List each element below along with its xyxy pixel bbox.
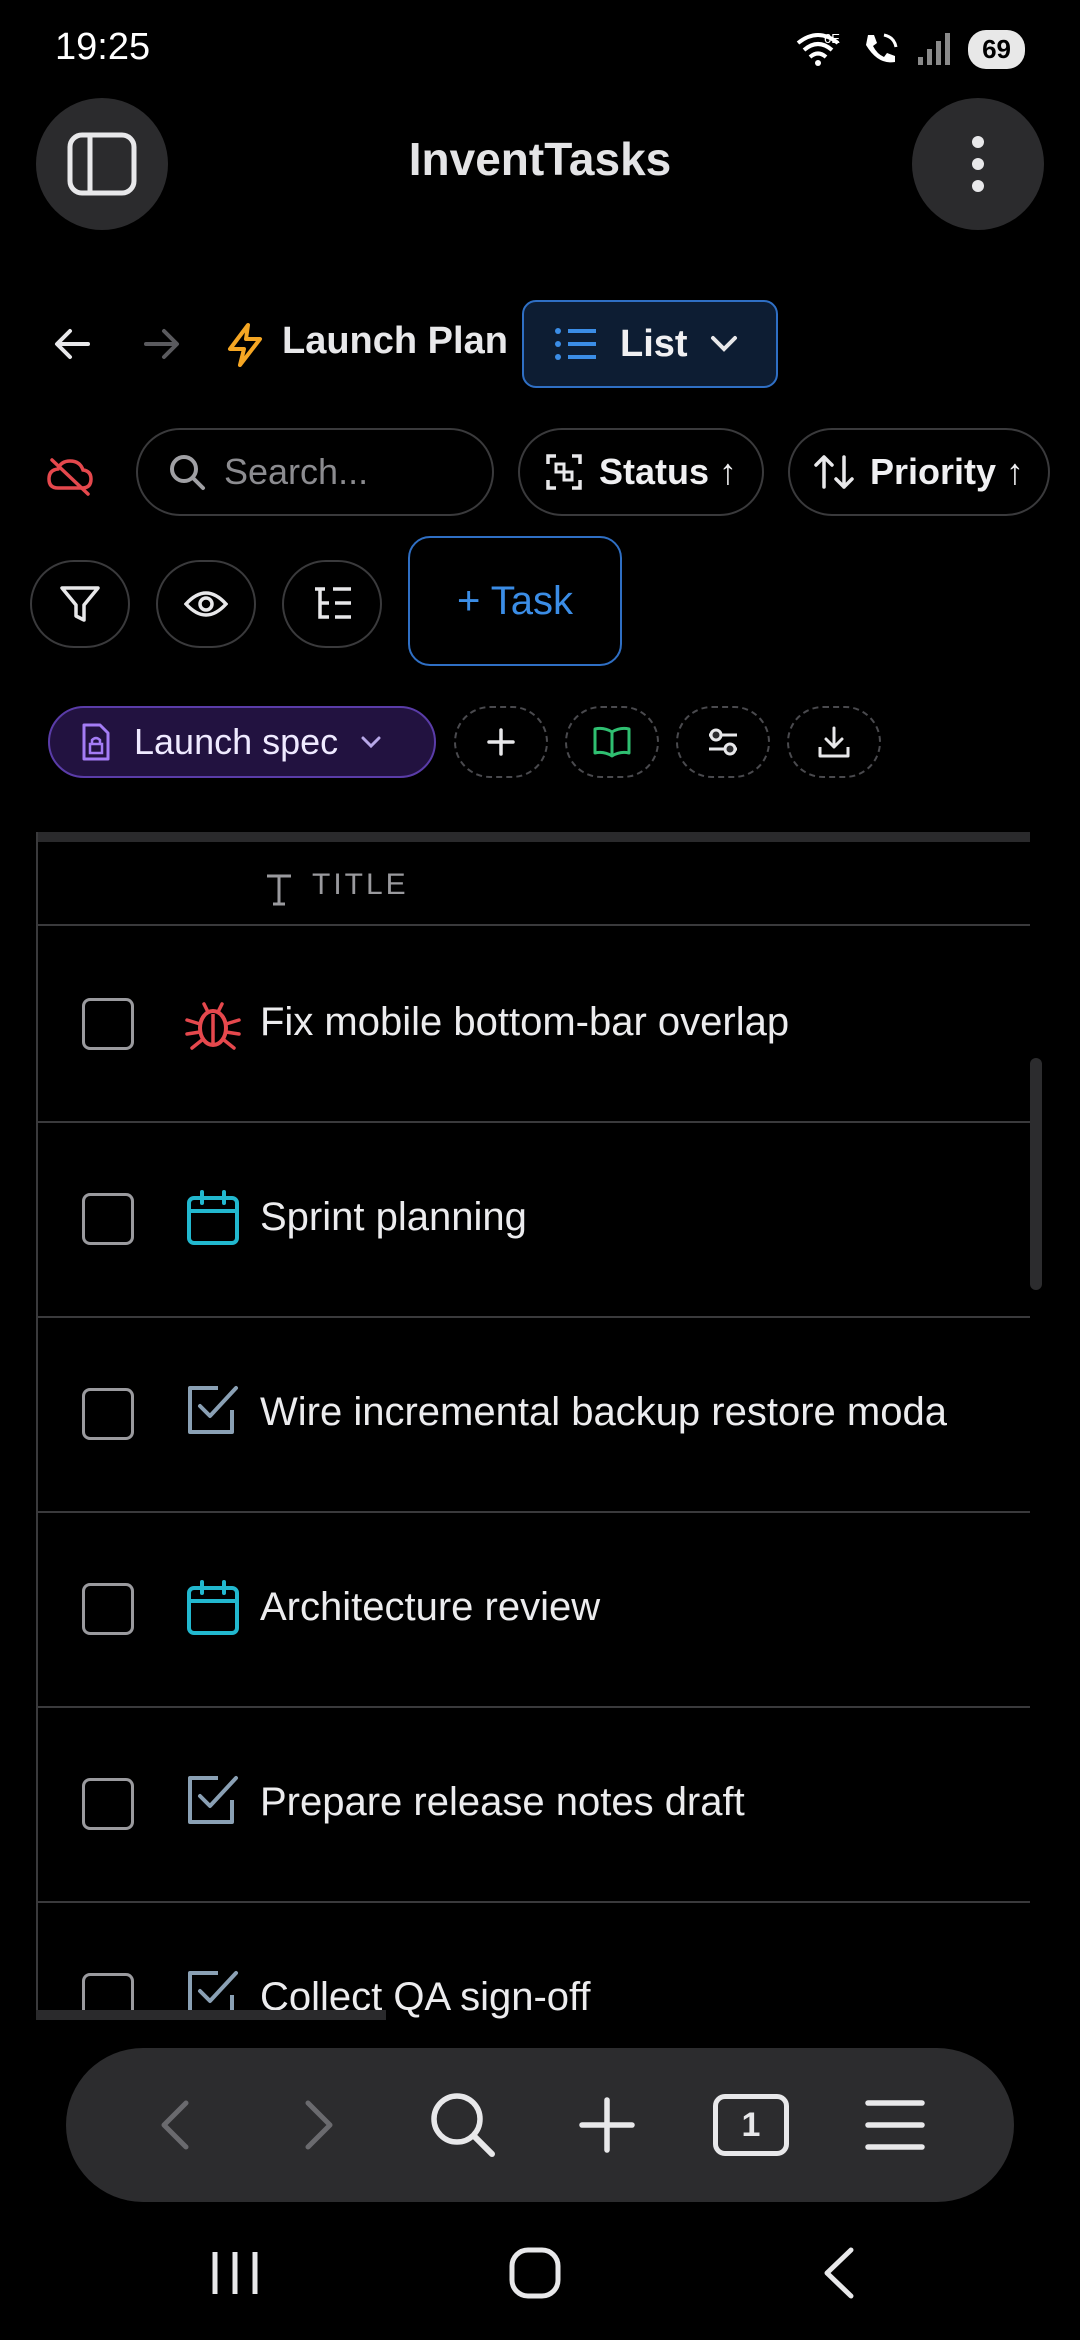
- search-icon: [431, 2093, 495, 2157]
- row-title: Sprint planning: [260, 1195, 527, 1239]
- hidden-items-toggle[interactable]: [40, 446, 100, 506]
- status-sort-button[interactable]: Status ↑: [518, 428, 764, 516]
- row-title: Wire incremental backup restore moda: [260, 1390, 947, 1434]
- filter-icon: [60, 586, 100, 622]
- home-icon: [509, 2247, 561, 2299]
- table-row[interactable]: Wire incremental backup restore moda: [38, 1318, 1030, 1513]
- checkbox-task-icon: [188, 1776, 238, 1824]
- back-button[interactable]: [40, 312, 104, 376]
- search-box[interactable]: [136, 428, 494, 516]
- table-row[interactable]: Prepare release notes draft: [38, 1708, 1030, 1903]
- add-doc-button[interactable]: [454, 706, 548, 778]
- system-back-button[interactable]: [784, 2236, 894, 2310]
- browser-new-tab-button[interactable]: [552, 2048, 662, 2202]
- table-row[interactable]: Sprint planning: [38, 1123, 1030, 1318]
- tree-list-icon: [315, 587, 351, 619]
- chevron-down-icon: [710, 336, 737, 352]
- bolt-icon: [228, 323, 262, 367]
- arrow-left-icon: [55, 329, 90, 359]
- svg-text:6E: 6E: [824, 31, 840, 46]
- table-row[interactable]: Fix mobile bottom-bar overlap: [38, 928, 1030, 1123]
- open-book-button[interactable]: [565, 706, 659, 778]
- browser-toolbar: 1: [66, 2048, 1014, 2202]
- table-vertical-scrollbar[interactable]: [1030, 1058, 1042, 1290]
- row-title: Prepare release notes draft: [260, 1780, 745, 1824]
- text-type-icon: [267, 874, 291, 906]
- browser-back-button[interactable]: [120, 2048, 230, 2202]
- view-selector-label: List: [620, 322, 688, 365]
- plus-icon: [487, 728, 515, 756]
- recent-apps-icon: [212, 2252, 258, 2294]
- plus-icon: [579, 2097, 635, 2153]
- bug-icon: [185, 1002, 241, 1050]
- column-header-row: TITLE: [38, 842, 1030, 926]
- add-task-button[interactable]: + Task: [408, 536, 622, 666]
- chevron-right-icon: [305, 2100, 333, 2150]
- cloud-off-icon: [47, 458, 93, 496]
- browser-forward-button[interactable]: [264, 2048, 374, 2202]
- status-scan-icon: [546, 454, 582, 490]
- search-icon: [170, 455, 205, 490]
- search-input[interactable]: [224, 451, 454, 493]
- forward-button[interactable]: [130, 312, 194, 376]
- row-checkbox[interactable]: [82, 1193, 134, 1245]
- hierarchy-button[interactable]: [282, 560, 382, 648]
- arrow-right-icon: [144, 329, 179, 359]
- doc-settings-button[interactable]: [676, 706, 770, 778]
- row-checkbox[interactable]: [82, 1388, 134, 1440]
- list-icon: [555, 328, 596, 360]
- task-table: TITLE Fix mobile bottom-bar overlap Spri…: [36, 832, 1030, 2020]
- checkbox-task-icon: [188, 1386, 238, 1434]
- vertical-dots-icon: [972, 136, 984, 192]
- recent-apps-button[interactable]: [180, 2236, 290, 2310]
- chevron-left-icon: [161, 2100, 189, 2150]
- download-icon: [818, 726, 850, 758]
- home-button[interactable]: [480, 2236, 590, 2310]
- wifi-call-icon: [866, 33, 898, 63]
- back-chevron-icon: [824, 2247, 854, 2299]
- visibility-button[interactable]: [156, 560, 256, 648]
- hamburger-menu-icon: [865, 2100, 925, 2150]
- row-checkbox[interactable]: [82, 998, 134, 1050]
- doc-chip-launch-spec[interactable]: Launch spec: [48, 706, 436, 778]
- row-checkbox[interactable]: [82, 1778, 134, 1830]
- view-selector[interactable]: List: [522, 300, 778, 388]
- browser-search-button[interactable]: [408, 2048, 518, 2202]
- priority-sort-label: Priority ↑: [869, 451, 1025, 492]
- priority-sort-button[interactable]: Priority ↑: [788, 428, 1050, 516]
- book-open-icon: [593, 726, 631, 758]
- download-button[interactable]: [787, 706, 881, 778]
- row-title: Fix mobile bottom-bar overlap: [260, 1000, 790, 1044]
- status-time: 19:25: [55, 26, 151, 68]
- document-lock-icon: [82, 723, 110, 761]
- battery-level: 69: [968, 29, 1025, 69]
- chevron-down-icon: [361, 736, 381, 749]
- browser-menu-button[interactable]: [840, 2048, 950, 2202]
- more-options-button[interactable]: [912, 98, 1044, 230]
- project-name[interactable]: Launch Plan: [282, 320, 508, 363]
- sort-arrows-icon: [814, 455, 854, 489]
- tab-count: 1: [713, 2094, 789, 2156]
- row-checkbox[interactable]: [82, 1583, 134, 1635]
- wifi-6e-icon: 6E: [796, 31, 840, 66]
- status-sort-label: Status ↑: [598, 451, 738, 492]
- sliders-icon: [709, 728, 737, 756]
- calendar-icon: [187, 1580, 239, 1635]
- row-title: Architecture review: [260, 1585, 601, 1629]
- status-icons: 6E 69: [794, 26, 1025, 72]
- doc-chip-label: Launch spec: [134, 721, 339, 762]
- calendar-icon: [187, 1190, 239, 1245]
- eye-icon: [184, 591, 228, 617]
- browser-tabs-button[interactable]: 1: [696, 2048, 806, 2202]
- table-row[interactable]: Collect QA sign-off: [38, 1903, 1030, 2020]
- table-row[interactable]: Architecture review: [38, 1513, 1030, 1708]
- signal-icon: [918, 33, 951, 65]
- filter-button[interactable]: [30, 560, 130, 648]
- column-header-title[interactable]: TITLE: [312, 868, 409, 902]
- table-horizontal-scrollbar[interactable]: [36, 2010, 386, 2020]
- table-top-border: [38, 832, 1030, 842]
